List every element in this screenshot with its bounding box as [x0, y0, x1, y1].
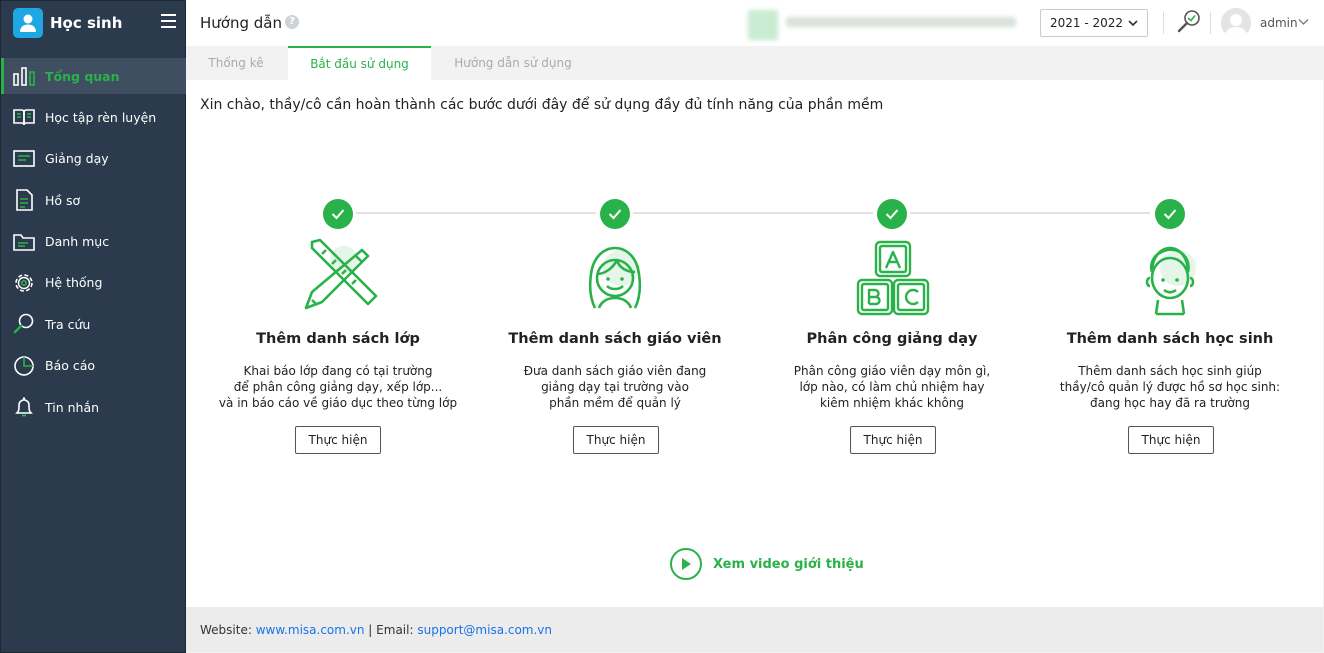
thuc-hien-button[interactable]: Thực hiện: [850, 426, 936, 454]
sidebar-item-label: Hệ thống: [45, 275, 103, 291]
play-icon: [670, 548, 702, 580]
step-title: Thêm danh sách lớp: [256, 331, 420, 347]
step-title: Thêm danh sách học sinh: [1066, 331, 1274, 347]
bell-icon: [11, 395, 37, 419]
check-icon: [323, 199, 353, 229]
step-description-line: để phân công giảng dạy, xếp lớp...: [233, 380, 443, 394]
step-description-line: Khai báo lớp đang có tại trường: [243, 364, 433, 378]
website-link[interactable]: www.misa.com.vn: [256, 623, 365, 637]
email-label: Email:: [376, 622, 414, 637]
step-description: Thêm danh sách học sinh giúp thầy/cô quả…: [1040, 363, 1300, 411]
progress-connector: [356, 212, 596, 214]
progress-connector: [910, 212, 1150, 214]
footer-divider: |: [368, 622, 373, 637]
ruler-pencil-icon: [304, 238, 378, 310]
step-description-line: giảng dạy tại trường vào: [541, 380, 689, 394]
thuc-hien-button[interactable]: Thực hiện: [1128, 426, 1214, 454]
step-description: Đưa danh sách giáo viên đang giảng dạy t…: [485, 363, 745, 411]
sidebar-item-bao-cao[interactable]: Báo cáo: [1, 348, 187, 384]
search-icon: [11, 312, 37, 336]
footer: Website: www.misa.com.vn | Email: suppor…: [186, 607, 1323, 652]
school-year-select[interactable]: 2021 - 2022: [1040, 9, 1148, 37]
step-description-line: phần mềm để quản lý: [549, 396, 681, 410]
main-content: Xin chào, thầy/cô cần hoàn thành các bướ…: [186, 80, 1323, 607]
teacher-icon: [588, 246, 642, 309]
sidebar-item-label: Tổng quan: [45, 68, 120, 84]
check-icon: [877, 199, 907, 229]
thuc-hien-button[interactable]: Thực hiện: [295, 426, 381, 454]
website-label: Website:: [200, 622, 252, 637]
sidebar-item-he-thong[interactable]: Hệ thống: [1, 265, 187, 301]
document-icon: [11, 188, 37, 212]
tab-huong-dan-su-dung[interactable]: Hướng dẫn sử dụng: [440, 46, 586, 80]
sidebar-item-label: Danh mục: [45, 234, 110, 250]
blurred-banner: [748, 8, 1016, 40]
tab-bat-dau-su-dung[interactable]: Bắt đầu sử dụng: [288, 46, 431, 80]
avatar[interactable]: [1221, 8, 1251, 38]
email-link[interactable]: support@misa.com.vn: [417, 623, 552, 637]
sidebar-item-tra-cuu[interactable]: Tra cứu: [1, 306, 187, 342]
check-icon: [1155, 199, 1185, 229]
progress-connector: [633, 212, 873, 214]
step-description-line: Phân công giáo viên dạy môn gì,: [793, 364, 991, 378]
page-title: Hướng dẫn: [200, 14, 282, 32]
sidebar-item-tin-nhan[interactable]: Tin nhắn: [1, 389, 187, 425]
step-description-line: Đưa danh sách giáo viên đang: [523, 364, 707, 378]
step-title: Thêm danh sách giáo viên: [508, 331, 722, 347]
step-description: Phân công giáo viên dạy môn gì, lớp nào,…: [762, 363, 1022, 411]
school-year-value: 2021 - 2022: [1050, 16, 1124, 30]
step-title: Phân công giảng dạy: [806, 331, 978, 347]
intro-text: Xin chào, thầy/cô cần hoàn thành các bướ…: [200, 97, 884, 113]
video-label: Xem video giới thiệu: [713, 556, 864, 572]
pie-chart-icon: [11, 354, 37, 378]
sidebar-item-label: Hồ sơ: [45, 192, 81, 208]
sidebar: Học sinh Tổng quan Học tập rèn luyện Giả…: [0, 0, 187, 653]
check-icon: [600, 199, 630, 229]
user-name[interactable]: admin: [1260, 16, 1298, 30]
sidebar-item-label: Tin nhắn: [45, 399, 100, 415]
help-icon[interactable]: ?: [285, 15, 299, 29]
sidebar-item-label: Tra cứu: [45, 316, 91, 332]
sidebar-item-ho-so[interactable]: Hồ sơ: [1, 182, 187, 218]
brand[interactable]: Học sinh: [13, 7, 122, 39]
step-description-line: Thêm danh sách học sinh giúp: [1078, 364, 1262, 378]
step-description-line: đang học hay đã ra trường: [1090, 396, 1250, 410]
video-intro-link[interactable]: Xem video giới thiệu: [670, 548, 864, 580]
sidebar-nav: Tổng quan Học tập rèn luyện Giảng dạy Hồ…: [1, 58, 187, 431]
chart-bars-icon: [11, 64, 37, 88]
menu-toggle-icon[interactable]: [161, 14, 176, 28]
board-icon: [11, 147, 37, 171]
chevron-down-icon: [1128, 20, 1138, 27]
sidebar-item-tong-quan[interactable]: Tổng quan: [1, 58, 187, 94]
tab-thong-ke[interactable]: Thống kê: [186, 46, 286, 80]
step-description-line: kiêm nhiệm khác không: [819, 396, 965, 410]
user-logo-icon: [13, 8, 43, 38]
thuc-hien-button[interactable]: Thực hiện: [573, 426, 659, 454]
sidebar-item-danh-muc[interactable]: Danh mục: [1, 224, 187, 260]
book-icon: [11, 105, 37, 129]
sidebar-item-label: Giảng dạy: [45, 151, 109, 167]
tab-bar: Thống kê Bắt đầu sử dụng Hướng dẫn sử dụ…: [186, 46, 1324, 80]
app-title: Học sinh: [50, 14, 123, 32]
top-bar: Hướng dẫn ? 2021 - 2022 admin: [186, 0, 1324, 46]
sidebar-item-giang-day[interactable]: Giảng dạy: [1, 141, 187, 177]
sidebar-item-label: Báo cáo: [45, 358, 96, 374]
lookup-icon[interactable]: [1176, 8, 1202, 36]
folder-icon: [11, 230, 37, 254]
step-description-line: và in báo cáo về giáo dục theo từng lớp: [218, 396, 458, 410]
step-description: Khai báo lớp đang có tại trường để phân …: [208, 363, 468, 411]
gear-icon: [11, 271, 37, 295]
step-description-line: lớp nào, có làm chủ nhiệm hay: [799, 380, 985, 394]
sidebar-item-label: Học tập rèn luyện: [45, 109, 157, 125]
chevron-down-icon[interactable]: [1298, 18, 1309, 26]
sidebar-item-hoc-tap[interactable]: Học tập rèn luyện: [1, 99, 187, 135]
student-icon: [1145, 246, 1196, 316]
abc-blocks-icon: [856, 240, 930, 316]
step-description-line: thầy/cô quản lý được hồ sơ học sinh:: [1059, 380, 1281, 394]
